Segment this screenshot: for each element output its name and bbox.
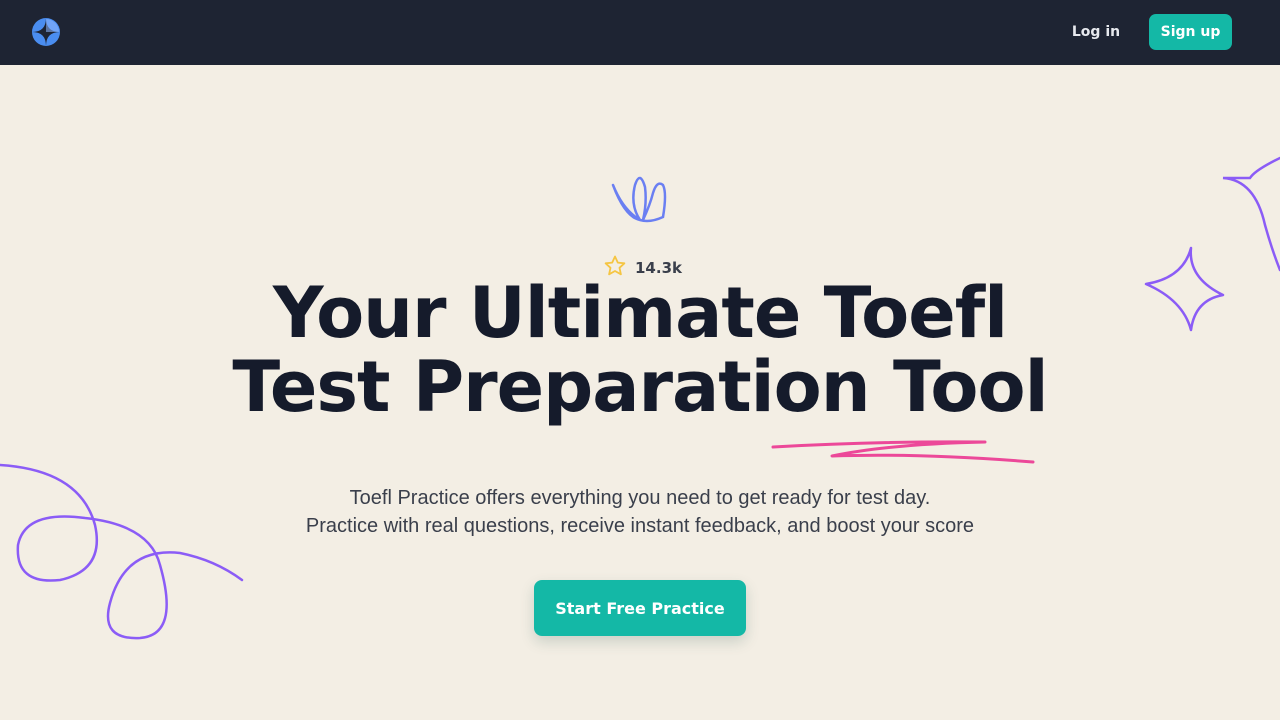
signup-button[interactable]: Sign up [1149, 14, 1232, 50]
hero-subtitle: Toefl Practice offers everything you nee… [190, 484, 1090, 540]
compass-logo-icon[interactable] [31, 17, 61, 47]
pink-scribble-underline-icon [771, 440, 1035, 464]
hero-title: Your Ultimate Toefl Test Preparation Too… [140, 276, 1140, 424]
start-free-practice-button[interactable]: Start Free Practice [534, 580, 746, 636]
hero-title-line-2: Test Preparation Tool [232, 346, 1048, 428]
hero-subtitle-line-1: Toefl Practice offers everything you nee… [349, 487, 931, 509]
login-link[interactable]: Log in [1064, 14, 1128, 50]
hero-title-line-1: Your Ultimate Toefl [272, 272, 1008, 354]
hero-subtitle-line-2: Practice with real questions, receive in… [305, 515, 975, 537]
top-navbar: Log in Sign up [0, 0, 1280, 65]
sparkle-burst-doodle-icon [611, 176, 667, 223]
corner-curl-doodle-icon [1222, 156, 1280, 272]
